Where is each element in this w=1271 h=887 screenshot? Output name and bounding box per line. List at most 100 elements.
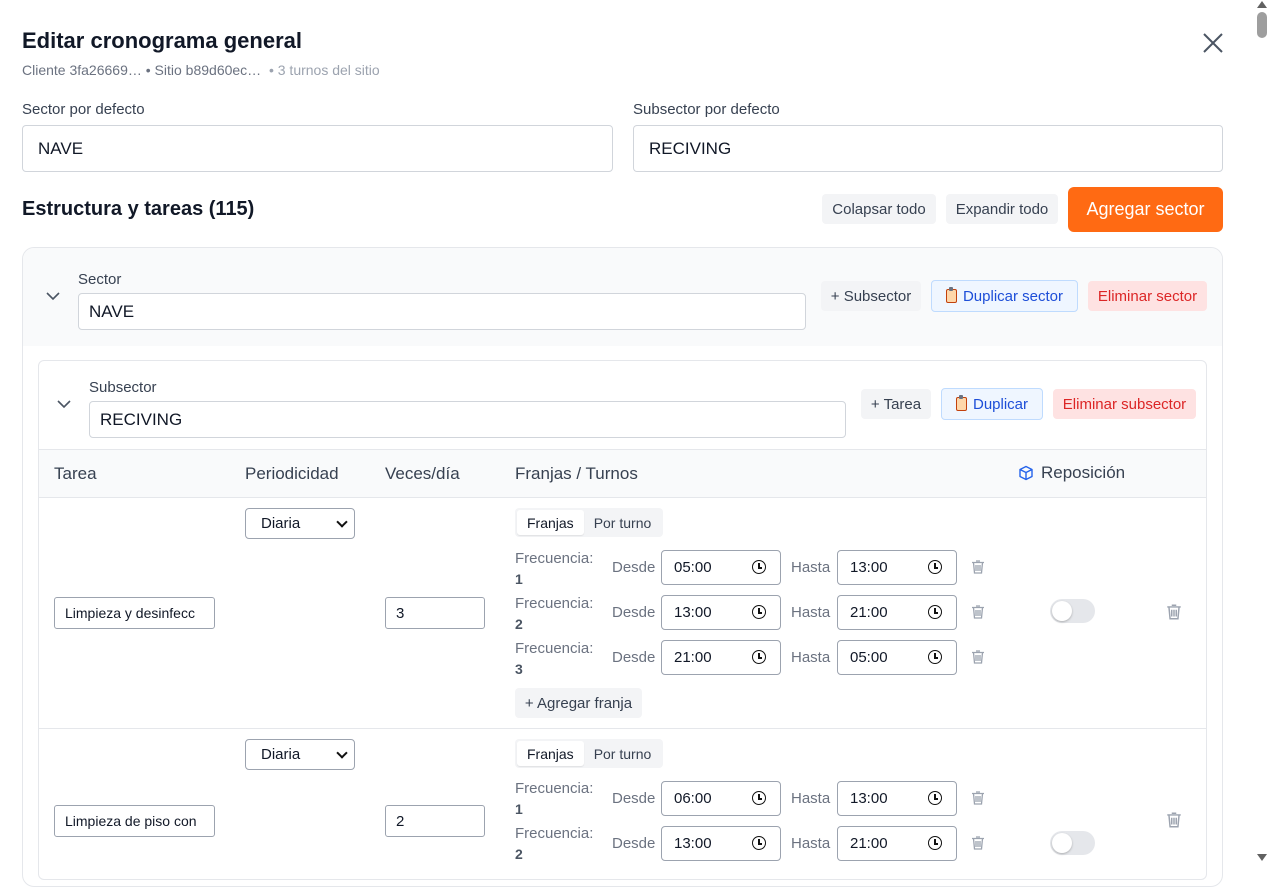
slot-frequency: Frecuencia: 1 [515,550,594,587]
to-time-input[interactable]: 21:00 [837,595,957,630]
task-name-input[interactable] [54,597,215,629]
chevron-down-icon [336,747,348,759]
slot-frequency: Frecuencia: 2 [515,595,594,632]
default-subsector-input[interactable] [633,125,1223,172]
clipboard-icon [955,395,967,411]
chevron-down-icon [46,292,60,301]
scroll-down-icon[interactable] [1257,854,1267,861]
delete-slot-button[interactable] [970,559,986,575]
periodicity-select[interactable]: Diaria [245,739,355,770]
scroll-thumb[interactable] [1257,12,1267,38]
from-label: Desde [612,559,656,576]
subsector-collapse-toggle[interactable] [56,396,72,412]
mode-franjas-button[interactable]: Franjas [517,741,584,766]
delete-slot-button[interactable] [970,835,986,851]
subsector-name-input[interactable] [89,401,846,438]
delete-slot-button[interactable] [970,790,986,806]
expand-all-button[interactable]: Expandir todo [946,194,1058,224]
delete-slot-button[interactable] [970,604,986,620]
trash-icon [1167,812,1181,828]
scroll-up-icon[interactable] [1257,1,1267,8]
task-name-input[interactable] [54,805,215,837]
from-time-input[interactable]: 21:00 [661,640,781,675]
duplicate-subsector-button[interactable]: Duplicar [941,388,1043,420]
mode-franjas-button[interactable]: Franjas [517,510,584,535]
header-periodicity: Periodicidad [245,464,339,483]
slot-frequency: Frecuencia: 2 [515,825,594,862]
clock-icon [752,791,766,805]
clock-icon [752,836,766,850]
duplicate-sector-button[interactable]: Duplicar sector [931,280,1078,312]
clock-icon [928,650,942,664]
add-sector-button[interactable]: Agregar sector [1068,187,1223,232]
clock-icon [928,836,942,850]
from-time-input[interactable]: 13:00 [661,826,781,861]
from-time-input[interactable]: 05:00 [661,550,781,585]
to-time-input[interactable]: 21:00 [837,826,957,861]
mode-per-shift-button[interactable]: Por turno [584,741,662,766]
close-button[interactable] [1199,29,1227,57]
trash-icon [972,650,984,664]
to-label: Hasta [791,604,831,621]
to-time-input[interactable]: 13:00 [837,781,957,816]
periodicity-select[interactable]: Diaria [245,508,355,539]
sector-label: Sector [78,271,122,288]
delete-task-button[interactable] [1165,603,1181,620]
header-times-per-day: Veces/día [385,464,460,483]
site-id: • Sitio b89d60ec… [145,62,262,78]
to-label: Hasta [791,649,831,666]
default-sector-label: Sector por defecto [22,101,145,118]
chevron-down-icon [336,516,348,528]
sector-collapse-toggle[interactable] [45,288,61,304]
sector-name-input[interactable] [78,293,806,330]
toggle-knob [1052,833,1072,853]
clock-icon [752,560,766,574]
periodicity-value: Diaria [261,515,301,532]
times-per-day-input[interactable] [385,805,485,837]
clock-icon [928,605,942,619]
delete-slot-button[interactable] [970,649,986,665]
to-time-input[interactable]: 13:00 [837,550,957,585]
periodicity-value: Diaria [261,746,301,763]
from-label: Desde [612,604,656,621]
close-icon [1203,33,1223,53]
from-time-input[interactable]: 06:00 [661,781,781,816]
trash-icon [972,791,984,805]
clock-icon [928,560,942,574]
chevron-down-icon [57,400,71,409]
collapse-all-button[interactable]: Colapsar todo [822,194,936,224]
add-slot-button[interactable]: + Agregar franja [515,688,642,718]
delete-task-button[interactable] [1165,811,1181,828]
client-id: Cliente 3fa26669… [22,62,142,78]
to-time-input[interactable]: 05:00 [837,640,957,675]
clock-icon [752,605,766,619]
trash-icon [972,560,984,574]
times-per-day-input[interactable] [385,597,485,629]
trash-icon [1167,604,1181,620]
duplicate-subsector-label: Duplicar [972,395,1029,413]
replenish-toggle[interactable] [1050,599,1095,623]
default-sector-input[interactable] [22,125,613,172]
mode-per-shift-button[interactable]: Por turno [584,510,662,535]
subsector-label: Subsector [89,379,157,396]
clock-icon [752,650,766,664]
clipboard-icon [945,287,957,303]
header-task: Tarea [54,464,97,483]
to-label: Hasta [791,790,831,807]
duplicate-sector-label: Duplicar sector [962,287,1064,305]
toggle-knob [1052,601,1072,621]
from-label: Desde [612,649,656,666]
delete-subsector-button[interactable]: Eliminar subsector [1053,389,1196,419]
clock-icon [928,791,942,805]
replenish-toggle[interactable] [1050,831,1095,855]
from-label: Desde [612,790,656,807]
add-subsector-button[interactable]: + Subsector [821,281,921,311]
cube-icon [1019,465,1033,481]
delete-sector-button[interactable]: Eliminar sector [1088,281,1207,311]
header-replenish: Reposición [1018,463,1125,483]
from-time-input[interactable]: 13:00 [661,595,781,630]
vertical-scrollbar[interactable] [1253,0,1271,864]
header-slots: Franjas / Turnos [515,464,638,483]
add-task-button[interactable]: + Tarea [861,389,931,419]
header-replenish-label: Reposición [1041,463,1126,482]
